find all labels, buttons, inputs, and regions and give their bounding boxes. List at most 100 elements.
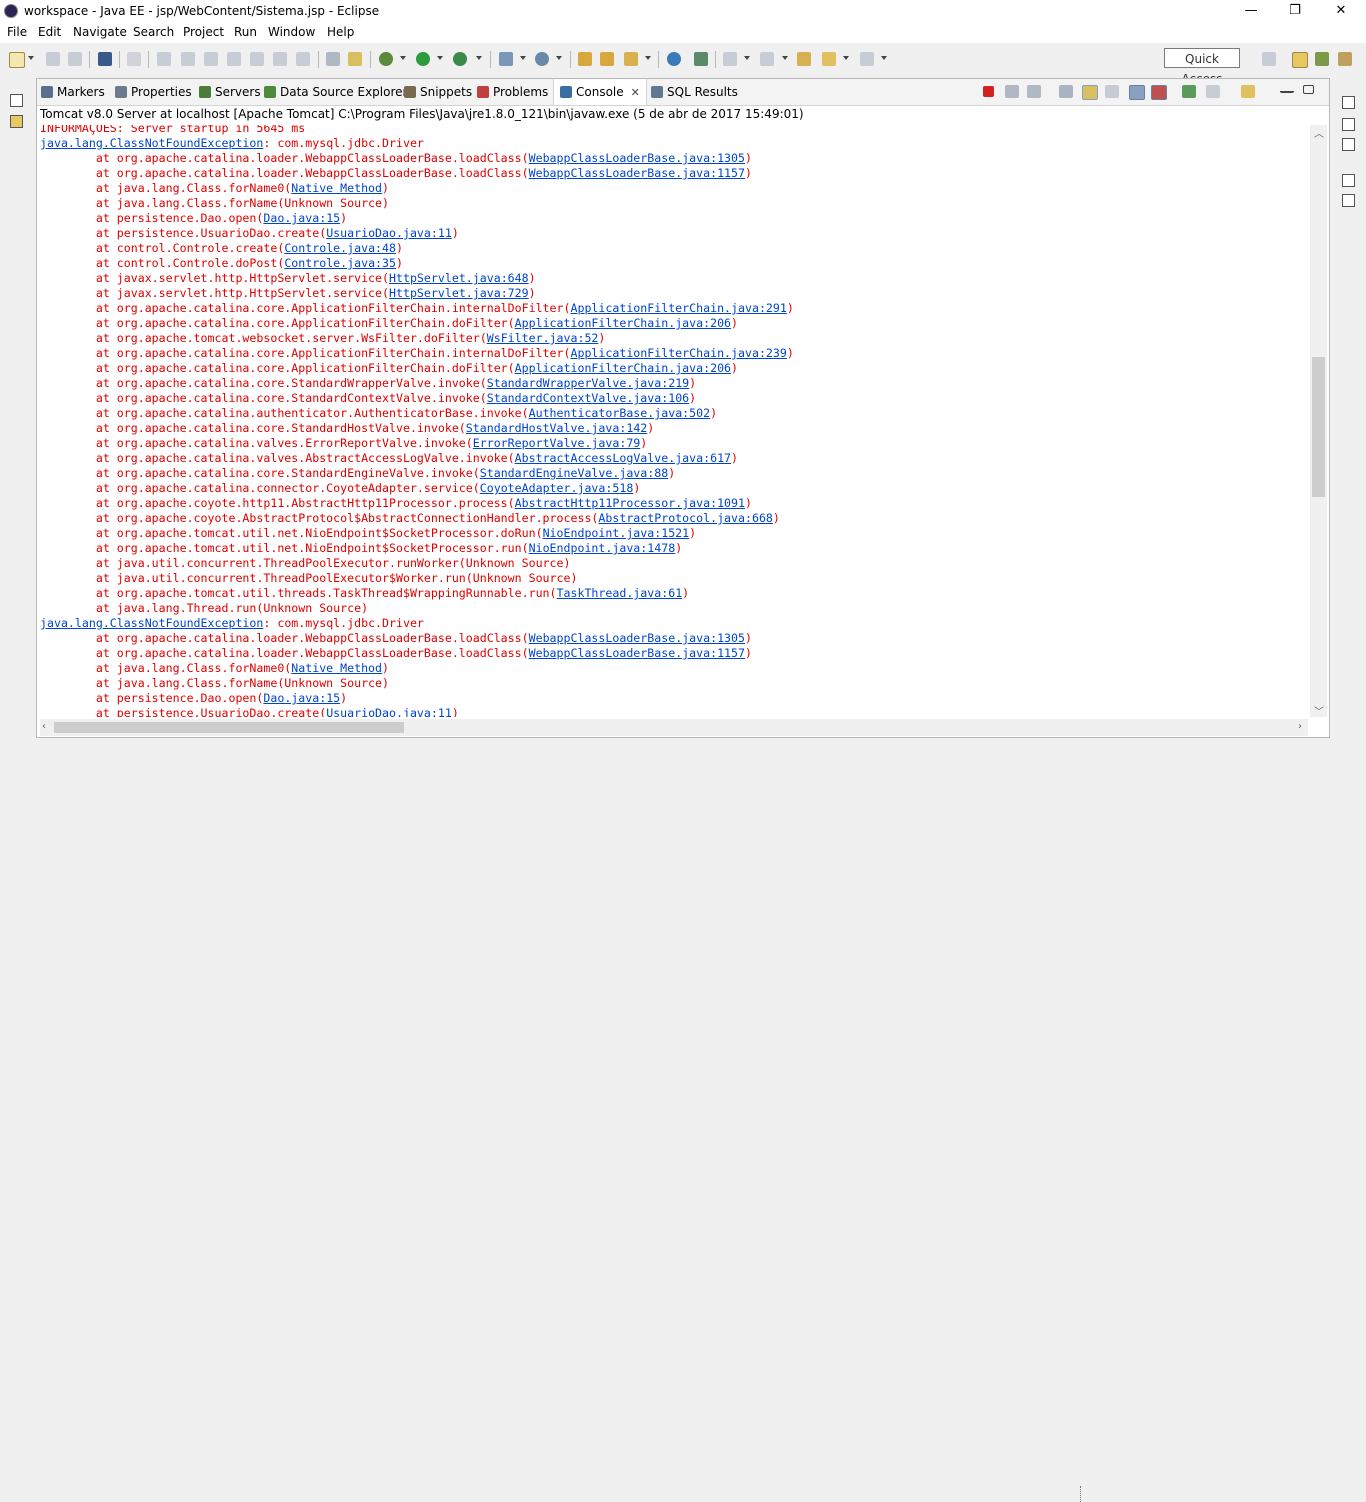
terminate-icon[interactable] [204, 52, 218, 66]
stack-trace-link[interactable]: AbstractAccessLogValve.java:617 [515, 451, 731, 465]
java-perspective-icon[interactable] [1338, 52, 1352, 66]
stack-trace-link[interactable]: AbstractHttp11Processor.java:1091 [515, 496, 745, 510]
minimize-view-icon[interactable] [1280, 85, 1294, 93]
save-icon[interactable] [46, 52, 60, 66]
close-tab-icon[interactable]: ✕ [631, 80, 640, 106]
step-return-icon[interactable] [296, 52, 310, 66]
stack-trace-link[interactable]: AuthenticatorBase.java:502 [529, 406, 710, 420]
scroll-up-icon[interactable]: ︿ [1314, 125, 1324, 140]
scroll-lock-icon[interactable] [1082, 85, 1098, 100]
stack-trace-link[interactable]: Native Method [291, 661, 382, 675]
close-window-button[interactable]: ✕ [1318, 0, 1364, 23]
save-all-icon[interactable] [68, 52, 82, 66]
tab-console[interactable]: Console ✕ [553, 79, 647, 105]
tab-sql-results[interactable]: SQL Results [651, 79, 738, 105]
drop-to-frame-icon[interactable] [326, 52, 340, 66]
task-list-icon[interactable] [1342, 138, 1355, 151]
maximize-view-icon[interactable] [1303, 85, 1314, 94]
stack-trace-link[interactable]: java.lang.ClassNotFoundException [40, 136, 263, 150]
stack-trace-link[interactable]: ApplicationFilterChain.java:291 [570, 301, 786, 315]
scroll-right-icon[interactable]: › [1298, 721, 1302, 732]
stack-trace-link[interactable]: Native Method [291, 181, 382, 195]
menu-edit[interactable]: Edit [38, 25, 61, 39]
menu-navigate[interactable]: Navigate [73, 25, 127, 39]
stack-trace-link[interactable]: WsFilter.java:52 [487, 331, 599, 345]
stack-trace-link[interactable]: AbstractProtocol.java:668 [598, 511, 773, 525]
stack-trace-link[interactable]: StandardHostValve.java:142 [466, 421, 647, 435]
new-java-class-icon[interactable] [535, 52, 549, 66]
debug-icon[interactable] [379, 52, 393, 66]
new-icon[interactable] [9, 52, 25, 68]
remove-launch-icon[interactable] [1005, 85, 1019, 98]
stack-trace-link[interactable]: StandardEngineValve.java:88 [480, 466, 668, 480]
suspend-icon[interactable] [181, 52, 195, 66]
stack-trace-link[interactable]: HttpServlet.java:648 [389, 271, 529, 285]
stack-trace-link[interactable]: WebappClassLoaderBase.java:1305 [529, 631, 745, 645]
stack-trace-link[interactable]: CoyoteAdapter.java:518 [480, 481, 634, 495]
console-output[interactable]: INFORMAÇÕES: Server startup in 5645 ms j… [40, 125, 1308, 717]
menu-search[interactable]: Search [133, 25, 174, 39]
skip-breakpoints-icon[interactable] [127, 52, 141, 66]
clear-console-icon[interactable] [1059, 85, 1073, 98]
vertical-scrollbar[interactable]: ︿ ﹀ [1310, 125, 1327, 718]
horizontal-scrollbar[interactable]: ‹ › [40, 719, 1308, 736]
stack-trace-link[interactable]: WebappClassLoaderBase.java:1157 [529, 166, 745, 180]
search-tool-icon[interactable] [624, 52, 638, 66]
previous-annotation-icon[interactable] [760, 52, 774, 66]
forward-icon[interactable] [860, 52, 874, 66]
refresh-icon[interactable] [694, 52, 708, 66]
tab-properties[interactable]: Properties [115, 79, 192, 105]
menu-window[interactable]: Window [268, 25, 315, 39]
menu-help[interactable]: Help [327, 25, 354, 39]
stack-trace-link[interactable]: NioEndpoint.java:1521 [543, 526, 690, 540]
scroll-left-icon[interactable]: ‹ [42, 721, 46, 732]
stack-trace-link[interactable]: ApplicationFilterChain.java:206 [515, 361, 731, 375]
open-console-icon[interactable] [1241, 85, 1255, 98]
stack-trace-link[interactable]: WebappClassLoaderBase.java:1157 [529, 646, 745, 660]
menu-project[interactable]: Project [183, 25, 224, 39]
palette-icon[interactable] [1342, 194, 1355, 207]
pin-console-icon[interactable] [1182, 85, 1196, 98]
restore-view-icon[interactable] [1342, 174, 1355, 187]
stack-trace-link[interactable]: ApplicationFilterChain.java:239 [570, 346, 786, 360]
stack-trace-link[interactable]: UsuarioDao.java:11 [326, 226, 452, 240]
stack-trace-link[interactable]: StandardContextValve.java:106 [487, 391, 689, 405]
restore-button[interactable]: ❐ [1272, 0, 1318, 23]
new-dropdown-icon[interactable] [28, 56, 34, 60]
next-annotation-icon[interactable] [723, 52, 737, 66]
show-on-stderr-icon[interactable] [1151, 85, 1167, 100]
word-wrap-icon[interactable] [1105, 85, 1119, 98]
stack-trace-link[interactable]: TaskThread.java:61 [557, 586, 683, 600]
use-step-filters-icon[interactable] [348, 52, 362, 66]
horizontal-scroll-thumb[interactable] [54, 722, 404, 733]
open-perspective-icon[interactable] [1262, 52, 1276, 66]
quick-access-input[interactable]: Quick Access [1164, 48, 1240, 86]
back-icon[interactable] [822, 52, 836, 66]
run-external-icon[interactable] [453, 52, 467, 66]
terminate-icon[interactable] [983, 86, 994, 97]
stack-trace-link[interactable]: ErrorReportValve.java:79 [473, 436, 641, 450]
step-into-icon[interactable] [250, 52, 264, 66]
resume-icon[interactable] [157, 52, 171, 66]
stack-trace-link[interactable]: WebappClassLoaderBase.java:1305 [529, 151, 745, 165]
project-explorer-icon[interactable] [10, 115, 23, 128]
open-type-icon[interactable] [578, 52, 592, 66]
debug-perspective-icon[interactable] [1315, 52, 1329, 66]
tab-problems[interactable]: Problems [477, 79, 548, 105]
menu-file[interactable]: File [7, 25, 27, 39]
tab-markers[interactable]: Markers [41, 79, 105, 105]
new-server-icon[interactable] [499, 52, 513, 66]
restore-view-icon[interactable] [1342, 96, 1355, 109]
java-ee-perspective-icon[interactable] [1292, 52, 1308, 68]
stack-trace-link[interactable]: Dao.java:15 [263, 691, 340, 705]
minimize-button[interactable]: — [1228, 0, 1274, 23]
last-edit-icon[interactable] [797, 52, 811, 66]
stack-trace-link[interactable]: ApplicationFilterChain.java:206 [515, 316, 731, 330]
browser-icon[interactable] [667, 52, 681, 66]
remove-all-terminated-icon[interactable] [1027, 85, 1041, 98]
outline-icon[interactable] [1342, 118, 1355, 131]
stack-trace-link[interactable]: Controle.java:48 [284, 241, 396, 255]
stack-trace-link[interactable]: Controle.java:35 [284, 256, 396, 270]
stack-trace-link[interactable]: HttpServlet.java:729 [389, 286, 529, 300]
scroll-down-icon[interactable]: ﹀ [1314, 703, 1324, 718]
